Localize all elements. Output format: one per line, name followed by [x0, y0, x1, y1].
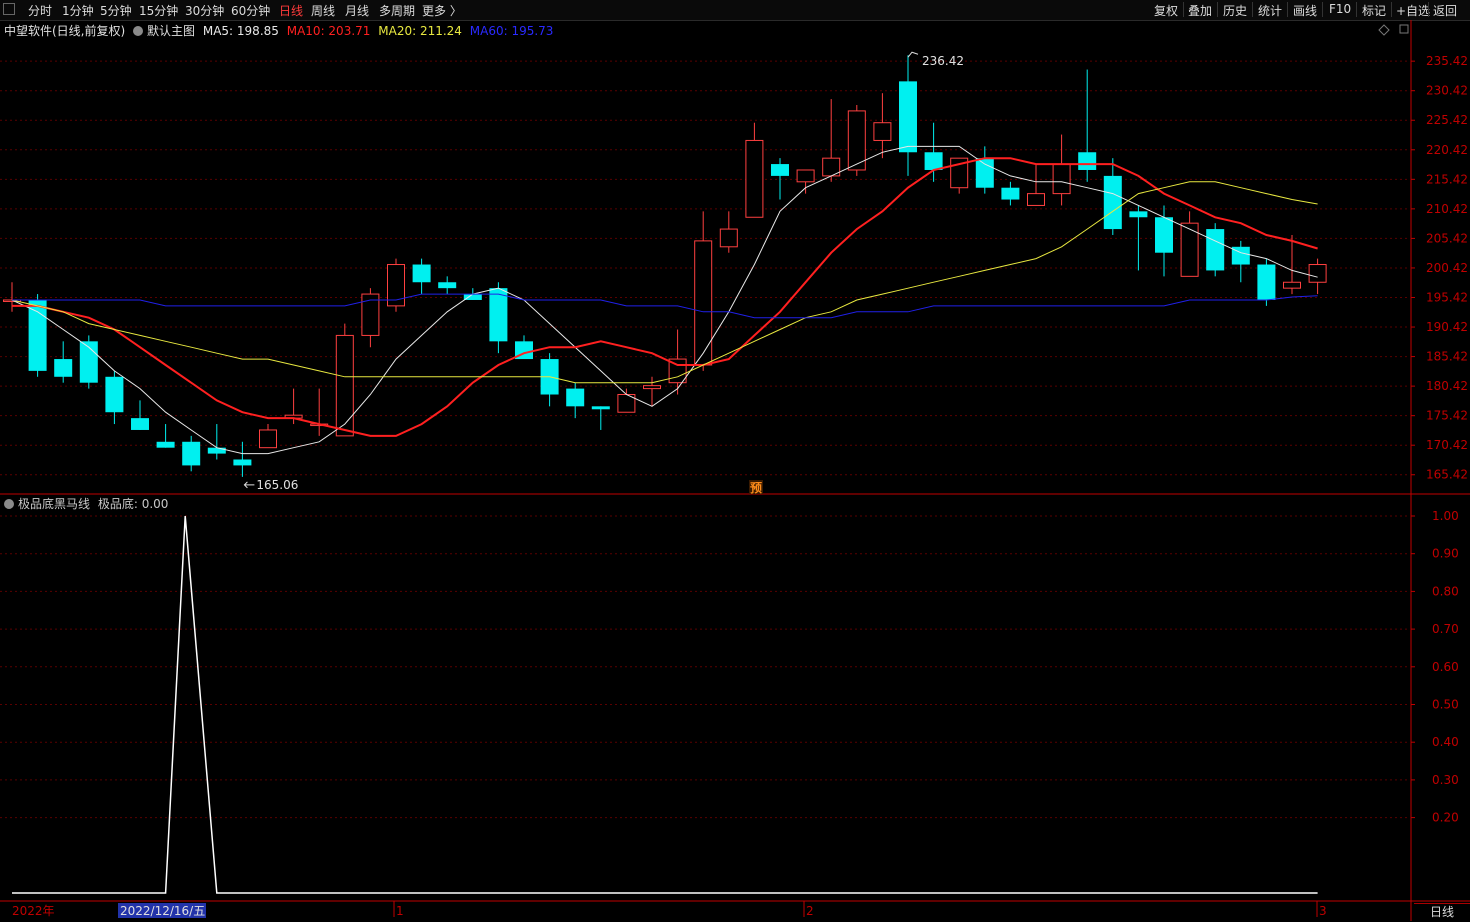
candle-body: [28, 299, 47, 371]
pane-diamond-icon: [1378, 24, 1390, 36]
candle-body: [745, 139, 764, 218]
candle-body: [1052, 163, 1071, 195]
price-axis-ticks: 235.42 230.42 225.42 220.42 215.42 210.42 205.…: [1411, 54, 1468, 482]
candle-body: [412, 264, 431, 283]
candle-body: [54, 359, 73, 377]
price-tick-label: 200.42: [1426, 261, 1468, 275]
candle-body: [438, 282, 457, 289]
candle-body: [591, 406, 610, 410]
indicator-tick-label: 0.70: [1432, 622, 1459, 636]
candle-body: [182, 441, 201, 466]
candle-body: [796, 169, 815, 183]
candle-body: [335, 334, 354, 437]
indicator-tick-label: 0.60: [1432, 660, 1459, 674]
price-tick-label: 210.42: [1426, 202, 1468, 216]
selected-date-label: 2022/12/16/五: [120, 904, 205, 918]
indicator-tick-label: 0.20: [1432, 811, 1459, 825]
price-tick-label: 195.42: [1426, 290, 1468, 304]
indicator-tick-label: 0.40: [1432, 735, 1459, 749]
candle-body: [105, 376, 124, 413]
indicator-tick-label: 0.80: [1432, 584, 1459, 598]
candle-body: [1155, 217, 1173, 253]
candle-body: [1257, 264, 1276, 300]
high-price-label: 236.42: [922, 54, 964, 68]
high-pointer-icon: [907, 51, 919, 58]
indicator-axis-ticks: 1.00 0.90 0.80 0.70 0.60 0.50 0.40 0.30 0.20: [1411, 509, 1459, 825]
candle-body: [1206, 229, 1225, 271]
price-tick-label: 215.42: [1426, 172, 1468, 186]
price-tick-label: 190.42: [1426, 320, 1468, 334]
candle-body: [156, 441, 175, 448]
candle-body: [1283, 281, 1301, 289]
pre-marker: 预: [750, 481, 762, 495]
pane-toggle-icon: [1399, 24, 1409, 34]
candle-body: [694, 240, 713, 366]
price-tick-label: 220.42: [1426, 143, 1468, 157]
candle-body: [899, 81, 917, 153]
candle-body: [207, 447, 226, 454]
candle-body: [975, 158, 994, 188]
candles: [3, 55, 1327, 477]
candle-body: [873, 122, 892, 141]
candle-body: [1001, 187, 1020, 200]
price-tick-label: 170.42: [1426, 438, 1468, 452]
candle-body: [233, 459, 252, 466]
candle-body: [131, 418, 149, 430]
indicator-tick-label: 0.50: [1432, 698, 1459, 712]
grid-lines: [0, 60, 1411, 819]
price-tick-label: 235.42: [1426, 54, 1468, 68]
price-tick-label: 175.42: [1426, 409, 1468, 423]
candle-body: [719, 228, 738, 248]
price-tick-label: 225.42: [1426, 113, 1468, 127]
date-tick-label: 3: [1319, 904, 1327, 918]
candle-body: [1103, 175, 1122, 230]
candle-body: [259, 429, 277, 449]
candle-body: [643, 385, 661, 390]
candle-body: [1078, 152, 1097, 170]
candle-body: [771, 164, 789, 176]
candle-body: [1180, 222, 1199, 277]
indicator-tick-label: 0.30: [1432, 773, 1459, 787]
date-axis: 2022年 2022/12/16/五 1 2 3: [12, 901, 1327, 918]
candle-body: [1308, 264, 1327, 283]
candle-body: [1129, 211, 1148, 218]
low-pointer-icon: [243, 481, 255, 489]
price-tick-label: 230.42: [1426, 84, 1468, 98]
date-tick-label: 2: [806, 904, 814, 918]
price-tick-label: 185.42: [1426, 350, 1468, 364]
chart-canvas[interactable]: 235.42 230.42 225.42 220.42 215.42 210.42 205.…: [0, 0, 1470, 921]
price-tick-label: 165.42: [1426, 468, 1468, 482]
chart-frame: [0, 20, 1470, 921]
candle-body: [924, 152, 943, 170]
date-tick-label: 2022年: [12, 904, 55, 918]
indicator-tick-label: 1.00: [1432, 509, 1459, 523]
candle-body: [463, 294, 482, 300]
footer-period[interactable]: 日线: [1414, 903, 1470, 922]
candle-body: [489, 288, 508, 342]
low-price-label: 165.06: [256, 478, 298, 492]
date-tick-label: 1: [396, 904, 404, 918]
candle-body: [1027, 193, 1045, 206]
price-tick-label: 180.42: [1426, 379, 1468, 393]
price-tick-label: 205.42: [1426, 231, 1468, 245]
indicator-tick-label: 0.90: [1432, 547, 1459, 561]
candle-body: [566, 388, 585, 407]
